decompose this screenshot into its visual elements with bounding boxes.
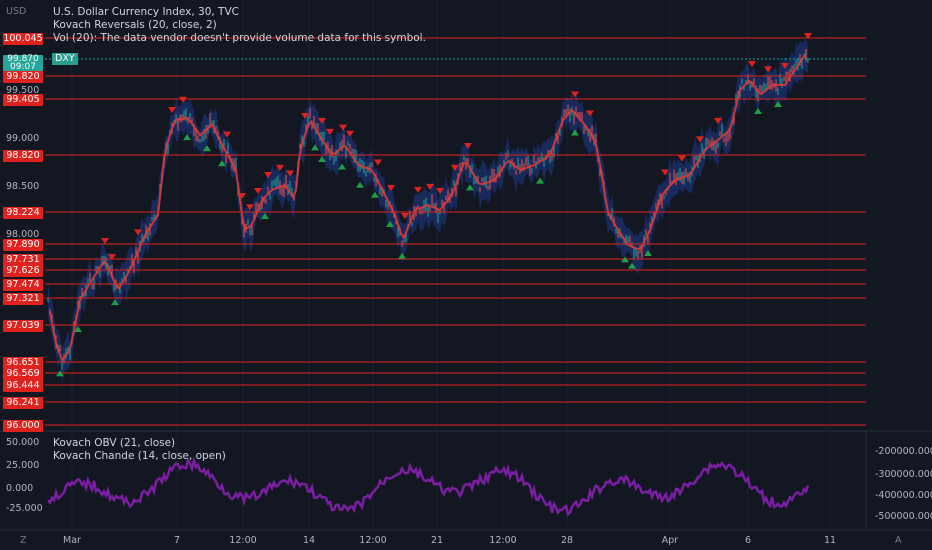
up-marker <box>571 129 579 136</box>
indicator-volume[interactable]: Vol (20): The data vendor doesn't provid… <box>53 32 426 44</box>
osc-tick: -25.000 <box>6 503 43 514</box>
down-marker <box>339 124 347 131</box>
up-marker <box>398 252 406 259</box>
level-label: 96.444 <box>3 380 43 392</box>
time-tick: 21 <box>430 535 444 546</box>
level-label: 98.820 <box>3 150 43 162</box>
currency-label: USD <box>6 6 27 17</box>
time-tick: 12:00 <box>359 535 387 546</box>
up-marker <box>371 191 379 198</box>
osc-right-tick: -300000.000 <box>875 469 932 480</box>
up-marker <box>311 144 319 151</box>
indicator-kovach-chande[interactable]: Kovach Chande (14, close, open) <box>53 450 226 462</box>
up-marker <box>338 163 346 170</box>
chart-canvas[interactable] <box>0 0 932 550</box>
symbol-tag: DXY <box>52 53 78 65</box>
level-label: 96.241 <box>3 397 43 409</box>
osc-right-tick: -200000.000 <box>875 446 932 457</box>
price-tick: 99.000 <box>6 133 40 144</box>
time-tick: 7 <box>173 535 181 546</box>
level-label: 97.626 <box>3 265 43 277</box>
level-label: 97.321 <box>3 293 43 305</box>
indicator-kovach-reversals[interactable]: Kovach Reversals (20, close, 2) <box>53 19 217 31</box>
time-tick: 12:00 <box>229 535 257 546</box>
time-tick: Mar <box>63 535 81 546</box>
level-label: 96.000 <box>3 420 43 432</box>
osc-tick: 50.000 <box>6 437 40 448</box>
up-marker <box>356 181 364 188</box>
osc-tick: 0.000 <box>6 483 34 494</box>
osc-right-tick: -500000.000 <box>875 511 932 522</box>
level-label: 100.045 <box>3 33 43 45</box>
osc-right-tick: -400000.000 <box>875 490 932 501</box>
down-marker <box>748 61 756 67</box>
zoom-icon[interactable]: Z <box>20 535 27 546</box>
time-tick: 14 <box>302 535 316 546</box>
price-tick: 99.500 <box>6 85 40 96</box>
osc-tick: 25.000 <box>6 460 40 471</box>
level-label: 97.039 <box>3 320 43 332</box>
level-label: 99.820 <box>3 71 43 83</box>
level-label: 97.474 <box>3 279 43 291</box>
time-tick: 28 <box>560 535 574 546</box>
down-marker <box>374 159 382 166</box>
level-label: 98.224 <box>3 207 43 219</box>
level-label: 97.890 <box>3 239 43 251</box>
indicator-kovach-obv[interactable]: Kovach OBV (21, close) <box>53 437 175 449</box>
level-label: 96.569 <box>3 368 43 380</box>
price-tick: 98.500 <box>6 181 40 192</box>
up-marker <box>754 108 762 114</box>
down-marker <box>414 186 422 193</box>
auto-scale-button[interactable]: A <box>895 535 902 546</box>
current-price-countdown: 09:07 <box>10 62 36 72</box>
time-tick: 6 <box>744 535 752 546</box>
current-price-box: 99.870 09:07 <box>3 55 43 72</box>
chart-title[interactable]: U.S. Dollar Currency Index, 30, TVC <box>53 6 239 18</box>
chande-oscillator-line <box>47 456 810 517</box>
time-tick: 11 <box>823 535 837 546</box>
time-tick: 12:00 <box>489 535 517 546</box>
time-tick: Apr <box>661 535 679 546</box>
price-tick: 98.000 <box>6 229 40 240</box>
up-marker <box>536 177 544 184</box>
